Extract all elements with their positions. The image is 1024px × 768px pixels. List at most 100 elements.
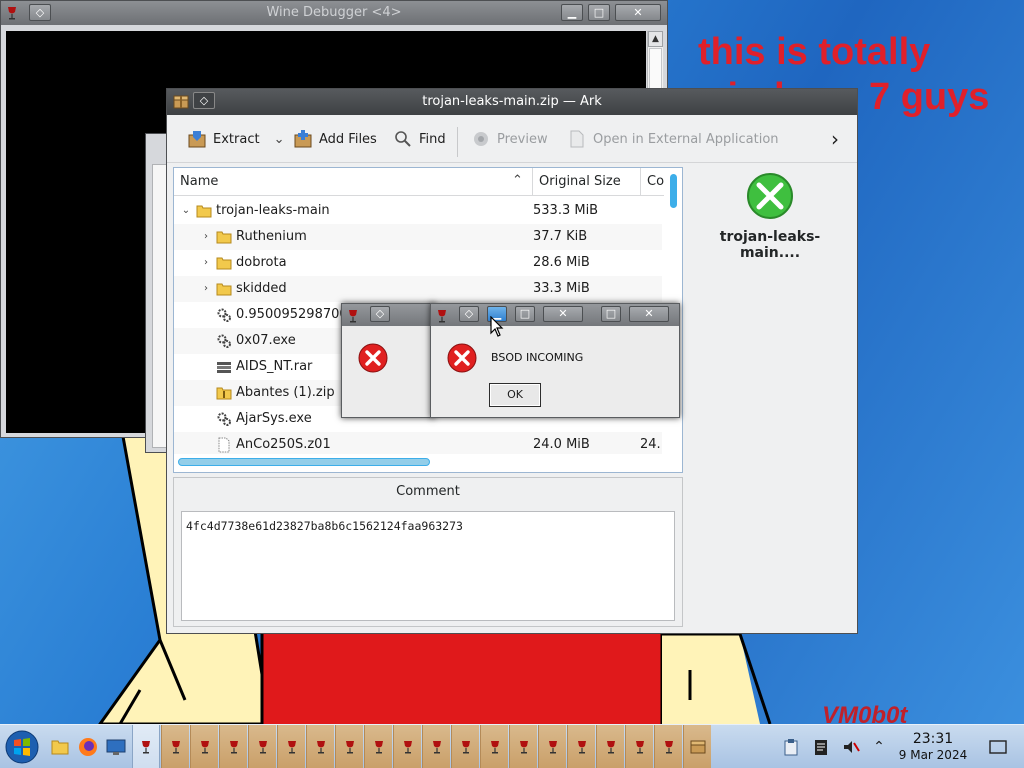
wine-task-icon[interactable]: [190, 725, 218, 768]
ok-button[interactable]: OK: [489, 383, 541, 407]
show-desktop-icon[interactable]: [986, 725, 1010, 768]
column-original-size[interactable]: Original Size: [533, 168, 641, 196]
minimize-button[interactable]: ▁: [561, 4, 583, 21]
notes-icon[interactable]: [810, 725, 832, 768]
error-icon: [358, 343, 388, 373]
chevron-down-icon[interactable]: ⌄: [274, 132, 285, 147]
add-files-button[interactable]: Add Files: [293, 127, 377, 151]
error-dialog-behind: ◇: [341, 303, 435, 418]
close-button[interactable]: ✕: [615, 4, 661, 21]
add-files-label: Add Files: [319, 131, 377, 147]
maximize-button[interactable]: □: [515, 306, 535, 322]
find-label: Find: [419, 131, 446, 147]
column-compressed[interactable]: Co: [641, 168, 664, 196]
wine-glass-icon: [349, 310, 357, 323]
table-row[interactable]: › dobrota 28.6 MiB: [174, 250, 662, 276]
tools-icon: [747, 173, 793, 219]
tray-expand-icon[interactable]: ⌃: [870, 725, 888, 768]
table-row[interactable]: AnCo250S.z01 24.0 MiB 24.: [174, 432, 662, 454]
extract-label: Extract: [213, 131, 260, 147]
toolbar-overflow-button[interactable]: ›: [831, 127, 839, 151]
open-external-button[interactable]: Open in External Application: [567, 127, 779, 151]
folder-icon: [216, 229, 232, 245]
wine-task-icon[interactable]: [132, 725, 160, 768]
find-button[interactable]: Find: [393, 127, 446, 151]
close-button-2[interactable]: ✕: [629, 306, 669, 322]
start-button-icon[interactable]: [4, 728, 40, 766]
selected-item-name: trojan-leaks-main....: [719, 229, 821, 261]
taskbar: ⌃ 23:31 9 Mar 2024: [0, 724, 1024, 768]
row-name: AnCo250S.z01: [236, 437, 331, 452]
wine-task-icon[interactable]: [335, 725, 363, 768]
toolbar: Extract ⌄ Add Files Find Preview Open in…: [167, 115, 857, 163]
wine-task-icon[interactable]: [567, 725, 595, 768]
wine-task-icon[interactable]: [538, 725, 566, 768]
preview-icon: [474, 132, 488, 146]
row-size: 37.7 KiB: [533, 229, 588, 244]
sort-ascending-icon: ⌃: [512, 173, 523, 188]
maximize-button-2[interactable]: □: [601, 306, 621, 322]
row-size: 28.6 MiB: [533, 255, 590, 270]
expand-icon[interactable]: ›: [200, 224, 212, 250]
toolbar-separator: [457, 127, 458, 157]
wine-task-icon[interactable]: [219, 725, 247, 768]
comment-panel: Comment 4fc4d7738e61d23827ba8b6c1562124f…: [173, 477, 683, 627]
wine-task-icon[interactable]: [654, 725, 682, 768]
title-bar[interactable]: ◇ trojan-leaks-main.zip — Ark: [167, 89, 857, 115]
search-icon: [395, 131, 411, 147]
wine-task-icon[interactable]: [161, 725, 189, 768]
wine-task-icon[interactable]: [625, 725, 653, 768]
row-size: 24.0 MiB: [533, 437, 590, 452]
clipboard-icon[interactable]: [780, 725, 802, 768]
wine-task-icon[interactable]: [480, 725, 508, 768]
file-list-header: Name ⌃ Original Size Co: [174, 168, 664, 196]
row-name: Ruthenium: [236, 229, 307, 244]
maximize-button[interactable]: □: [588, 4, 610, 21]
collapse-icon[interactable]: ⌄: [180, 198, 192, 224]
document-icon: [570, 130, 584, 148]
vm-logo: VM0b0t: [822, 702, 908, 724]
file-manager-icon[interactable]: [46, 725, 74, 768]
wine-task-icon[interactable]: [451, 725, 479, 768]
title-bar[interactable]: ◇ Wine Debugger <4> ▁ □ ✕: [1, 1, 667, 25]
column-name[interactable]: Name ⌃: [174, 168, 533, 196]
wine-task-icon[interactable]: [277, 725, 305, 768]
shade-button[interactable]: ◇: [370, 306, 390, 322]
wine-task-icon[interactable]: [509, 725, 537, 768]
wine-task-icon[interactable]: [596, 725, 624, 768]
row-name: trojan-leaks-main: [216, 203, 330, 218]
dialog-message: BSOD INCOMING: [491, 351, 584, 364]
dialog-title-bar[interactable]: ◇ ▁ □ ✕ □ ✕: [431, 304, 679, 326]
extract-button[interactable]: Extract ⌄: [187, 127, 284, 151]
clock[interactable]: 23:31 9 Mar 2024: [893, 731, 973, 763]
table-row[interactable]: › skidded 33.3 MiB: [174, 276, 662, 302]
row-name: 0.9500952987006: [236, 307, 356, 322]
volume-muted-icon[interactable]: [840, 725, 862, 768]
wine-task-icon[interactable]: [364, 725, 392, 768]
error-dialog: ◇ ▁ □ ✕ □ ✕ BSOD INCOMING OK: [430, 303, 680, 418]
table-row[interactable]: › Ruthenium 37.7 KiB: [174, 224, 662, 250]
shade-button[interactable]: ◇: [459, 306, 479, 322]
row-name: skidded: [236, 281, 287, 296]
row-compressed: 24.: [640, 437, 661, 452]
scroll-thumb[interactable]: [670, 174, 677, 208]
firefox-icon[interactable]: [74, 725, 102, 768]
ark-task-icon[interactable]: [683, 725, 711, 768]
wine-task-icon[interactable]: [248, 725, 276, 768]
row-name: dobrota: [236, 255, 287, 270]
comment-label: Comment: [396, 484, 460, 499]
wine-task-icon[interactable]: [393, 725, 421, 768]
wine-task-icon[interactable]: [422, 725, 450, 768]
table-row[interactable]: ⌄ trojan-leaks-main 533.3 MiB: [174, 198, 662, 224]
close-button[interactable]: ✕: [543, 306, 583, 322]
dialog-title-bar[interactable]: ◇: [342, 304, 434, 326]
scroll-up-icon[interactable]: ▲: [648, 31, 663, 47]
expand-icon[interactable]: ›: [200, 250, 212, 276]
expand-icon[interactable]: ›: [200, 276, 212, 302]
comment-text[interactable]: 4fc4d7738e61d23827ba8b6c1562124faa963273: [181, 511, 675, 621]
wine-task-icon[interactable]: [306, 725, 334, 768]
file-list-hscroll[interactable]: [178, 458, 430, 466]
clock-time: 23:31: [912, 731, 954, 747]
preview-button[interactable]: Preview: [471, 127, 548, 151]
system-monitor-icon[interactable]: [102, 725, 130, 768]
